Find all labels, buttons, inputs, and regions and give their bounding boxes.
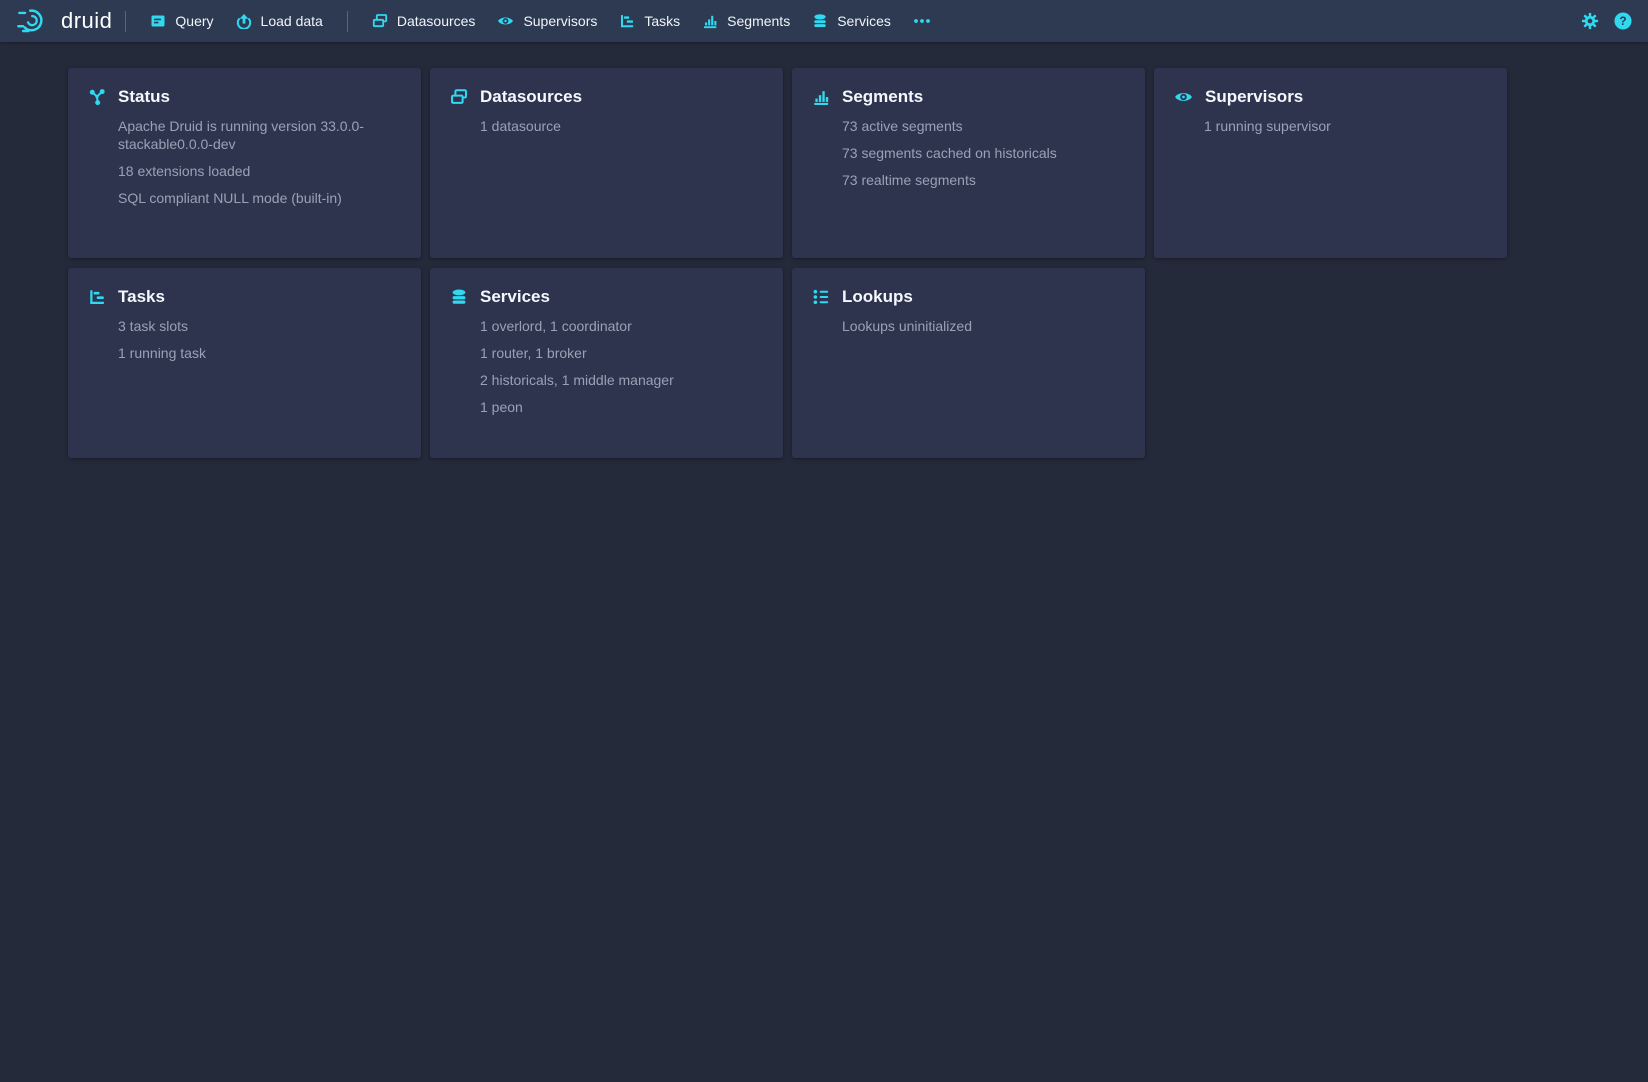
card-title: Segments: [842, 88, 923, 106]
nav-item-load-data[interactable]: Load data: [225, 6, 334, 36]
status-line: 3 task slots: [118, 317, 401, 335]
multi-select-icon: [450, 88, 468, 106]
eye-icon: [497, 13, 514, 29]
nav-item-label: Tasks: [644, 13, 680, 29]
nav-divider: [347, 11, 348, 32]
status-card-grid: Status Apache Druid is running version 3…: [68, 68, 1508, 458]
card-title: Services: [480, 288, 550, 306]
gantt-chart-icon: [88, 288, 106, 306]
status-line: SQL compliant NULL mode (built-in): [118, 189, 401, 207]
status-line: 73 realtime segments: [842, 171, 1125, 189]
druid-logo[interactable]: druid: [16, 6, 112, 36]
help-button[interactable]: ?: [1614, 12, 1632, 30]
nav-item-label: Query: [175, 13, 213, 29]
gear-icon: [1581, 12, 1599, 30]
nav-item-label: Supervisors: [523, 13, 597, 29]
status-line: 1 running supervisor: [1204, 117, 1487, 135]
nav-item-query[interactable]: Query: [139, 6, 224, 36]
database-icon: [812, 13, 828, 29]
nav-item-tasks[interactable]: Tasks: [608, 6, 691, 36]
status-line: 73 active segments: [842, 117, 1125, 135]
card-services[interactable]: Services 1 overlord, 1 coordinator 1 rou…: [430, 268, 783, 458]
nav-item-label: Segments: [727, 13, 790, 29]
bar-chart-icon: [812, 88, 830, 106]
nav-item-supervisors[interactable]: Supervisors: [486, 6, 608, 36]
bar-chart-icon: [702, 13, 718, 29]
help-icon: ?: [1614, 12, 1632, 30]
top-navbar: druid Query Load data Da: [0, 0, 1648, 42]
card-title: Datasources: [480, 88, 582, 106]
card-tasks[interactable]: Tasks 3 task slots 1 running task: [68, 268, 421, 458]
nav-more-button[interactable]: [902, 6, 942, 36]
nav-item-label: Datasources: [397, 13, 476, 29]
list-icon: [812, 288, 830, 306]
status-line: Lookups uninitialized: [842, 317, 1125, 335]
more-dots-icon: [913, 13, 931, 29]
status-line: Apache Druid is running version 33.0.0-s…: [118, 117, 401, 153]
status-line: 1 overlord, 1 coordinator: [480, 317, 763, 335]
card-datasources[interactable]: Datasources 1 datasource: [430, 68, 783, 258]
upload-arrow-icon: [236, 13, 252, 29]
nav-item-label: Load data: [261, 13, 323, 29]
card-lookups[interactable]: Lookups Lookups uninitialized: [792, 268, 1145, 458]
status-line: 1 running task: [118, 344, 401, 362]
nav-divider: [125, 11, 126, 32]
card-title: Tasks: [118, 288, 165, 306]
settings-button[interactable]: [1581, 12, 1599, 30]
card-title: Lookups: [842, 288, 913, 306]
graph-icon: [88, 88, 106, 106]
card-title: Supervisors: [1205, 88, 1303, 106]
status-line: 2 historicals, 1 middle manager: [480, 371, 763, 389]
gantt-chart-icon: [619, 13, 635, 29]
nav-item-segments[interactable]: Segments: [691, 6, 801, 36]
card-status[interactable]: Status Apache Druid is running version 3…: [68, 68, 421, 258]
nav-item-datasources[interactable]: Datasources: [361, 6, 487, 36]
status-line: 1 peon: [480, 398, 763, 416]
svg-text:?: ?: [1619, 14, 1626, 28]
database-icon: [450, 288, 468, 306]
status-line: 18 extensions loaded: [118, 162, 401, 180]
card-supervisors[interactable]: Supervisors 1 running supervisor: [1154, 68, 1507, 258]
status-line: 73 segments cached on historicals: [842, 144, 1125, 162]
logo-wordmark: druid: [61, 8, 112, 34]
eye-icon: [1174, 88, 1193, 106]
status-line: 1 router, 1 broker: [480, 344, 763, 362]
home-view: Status Apache Druid is running version 3…: [0, 42, 1648, 458]
nav-item-services[interactable]: Services: [801, 6, 902, 36]
card-title: Status: [118, 88, 170, 106]
nav-item-label: Services: [837, 13, 891, 29]
multi-select-icon: [372, 13, 388, 29]
query-console-icon: [150, 13, 166, 29]
druid-logo-icon: [16, 6, 54, 36]
card-segments[interactable]: Segments 73 active segments 73 segments …: [792, 68, 1145, 258]
status-line: 1 datasource: [480, 117, 763, 135]
